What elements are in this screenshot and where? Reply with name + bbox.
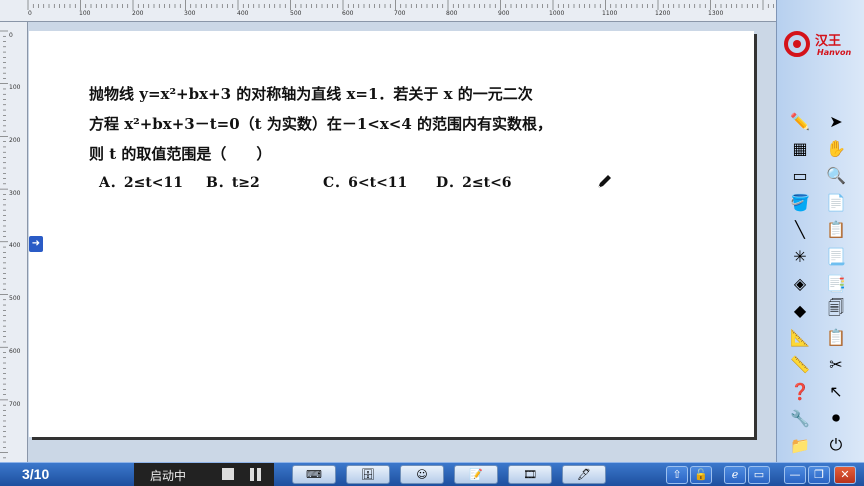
minimize-button[interactable]: —: [784, 466, 806, 484]
ruler-label: 1100: [602, 10, 618, 17]
line-icon[interactable]: ╲: [783, 216, 817, 242]
tool-grid: ✏️ ➤ ▦ ✋ ▭ 🔍 🪣 📄 ╲ 📋 ✳ 📃 ◈ 📑 ◆ 🗐 📐 📋 📏 ✂…: [783, 108, 859, 459]
question-line-2: 方程 x²+bx+3－t=0（t 为实数）在－1<x<4 的范围内有实数根，: [89, 115, 553, 133]
whiteboard-page[interactable]: 抛物线 y=x²+bx+3 的对称轴为直线 x=1．若关于 x 的一元二次 方程…: [29, 31, 754, 437]
ruler-label: 500: [9, 295, 21, 302]
ruler-label: 900: [498, 10, 510, 17]
page-next-icon[interactable]: 📑: [819, 270, 853, 296]
scissors-icon[interactable]: ✂: [819, 351, 853, 377]
ruler-label: 100: [79, 10, 91, 17]
new-page-icon[interactable]: 📄: [819, 189, 853, 215]
close-button[interactable]: ✕: [834, 466, 856, 484]
ruler-label: 1300: [708, 10, 724, 17]
ruler-label: 400: [237, 10, 249, 17]
axes-icon[interactable]: ✳: [783, 243, 817, 269]
record-icon[interactable]: ⏺: [819, 405, 853, 431]
paint-bucket-icon[interactable]: 🪣: [783, 189, 817, 215]
ruler-icon[interactable]: 📏: [783, 351, 817, 377]
restore-button[interactable]: ❐: [808, 466, 830, 484]
ruler-label: 1200: [655, 10, 671, 17]
hand-icon[interactable]: ✋: [819, 135, 853, 161]
resources-button[interactable]: ☺: [400, 465, 444, 484]
3d-shapes-icon[interactable]: ◆: [783, 297, 817, 323]
pause-button[interactable]: [250, 468, 262, 481]
shapes-icon[interactable]: ◈: [783, 270, 817, 296]
arrow-cursor-icon[interactable]: ➤: [819, 108, 853, 134]
logo-text: 汉王: [815, 34, 842, 49]
page-arrow-icon[interactable]: ➜: [29, 236, 43, 252]
ie-button[interactable]: ℯ: [724, 466, 746, 484]
screen-button[interactable]: ▭: [748, 466, 770, 484]
ruler-label: 600: [342, 10, 354, 17]
tool-panel: 汉王 Hanvon ✏️ ➤ ▦ ✋ ▭ 🔍 🪣 📄 ╲ 📋 ✳ 📃 ◈ 📑 ◆…: [776, 0, 864, 462]
delete-page-icon[interactable]: 📋: [819, 216, 853, 242]
question-line-1: 抛物线 y=x²+bx+3 的对称轴为直线 x=1．若关于 x 的一元二次: [89, 85, 533, 103]
ruler-label: 0: [9, 32, 13, 39]
database-button[interactable]: 🗄: [346, 465, 390, 484]
ruler-label: 300: [9, 190, 21, 197]
keyboard-button[interactable]: ⌨: [292, 465, 336, 484]
ruler-label: 800: [446, 10, 458, 17]
status-text: 启动中: [150, 469, 187, 483]
folder-icon[interactable]: 📁: [783, 432, 817, 458]
pen-cursor-icon: [597, 175, 611, 189]
stop-button[interactable]: [222, 468, 234, 480]
option-a: A．2≤t<11: [99, 175, 184, 191]
exit-icon[interactable]: ⏻: [819, 432, 853, 458]
eraser-pattern-icon[interactable]: ▦: [783, 135, 817, 161]
taskbar: 3/10 启动中 ⌨ 🗄 ☺ 📝 🎞 🖊 ⇧ 🔓 ℯ ▭ — ❐ ✕: [0, 462, 864, 486]
help-icon[interactable]: ❓: [783, 378, 817, 404]
lock-button[interactable]: 🔓: [690, 466, 712, 484]
magnifier-icon[interactable]: 🔍: [819, 162, 853, 188]
ruler-label: 300: [184, 10, 196, 17]
notes-button[interactable]: 📝: [454, 465, 498, 484]
draw-button[interactable]: 🖊: [562, 465, 606, 484]
ruler-label: 200: [132, 10, 144, 17]
eraser-icon[interactable]: ▭: [783, 162, 817, 188]
wrench-icon[interactable]: 🔧: [783, 405, 817, 431]
pointer-icon[interactable]: ↖: [819, 378, 853, 404]
ruler-label: 500: [290, 10, 302, 17]
horizontal-ruler: 0 100 200 300 400 500 600 700 800 900 10…: [0, 0, 776, 22]
ruler-label: 700: [9, 401, 21, 408]
page-prev-icon[interactable]: 📃: [819, 243, 853, 269]
option-d: D．2≤t<6: [436, 175, 512, 191]
compass-icon[interactable]: 📐: [783, 324, 817, 350]
ruler-label: 700: [394, 10, 406, 17]
paste-icon[interactable]: 📋: [819, 324, 853, 350]
ruler-label: 400: [9, 242, 21, 249]
ruler-label: 200: [9, 137, 21, 144]
option-b: B．t≥2: [206, 175, 260, 191]
ruler-label: 100: [9, 84, 21, 91]
ruler-label: 0: [28, 10, 32, 17]
page-counter: 3/10: [22, 466, 50, 482]
question-line-3: 则 t 的取值范围是（ ）: [89, 145, 272, 163]
logo-subtext: Hanvon: [817, 48, 852, 57]
media-button[interactable]: 🎞: [508, 465, 552, 484]
ruler-label: 600: [9, 348, 21, 355]
upload-button[interactable]: ⇧: [666, 466, 688, 484]
hanvon-logo-icon: [784, 31, 810, 57]
vertical-ruler: 0 100 200 300 400 500 600 700: [0, 22, 28, 462]
copy-page-icon[interactable]: 🗐: [819, 297, 853, 323]
option-c: C．6<t<11: [323, 175, 408, 191]
brand-logo: 汉王 Hanvon: [783, 26, 859, 66]
pen-icon[interactable]: ✏️: [783, 108, 817, 134]
ruler-label: 1000: [549, 10, 565, 17]
status-panel: 启动中: [134, 463, 274, 486]
